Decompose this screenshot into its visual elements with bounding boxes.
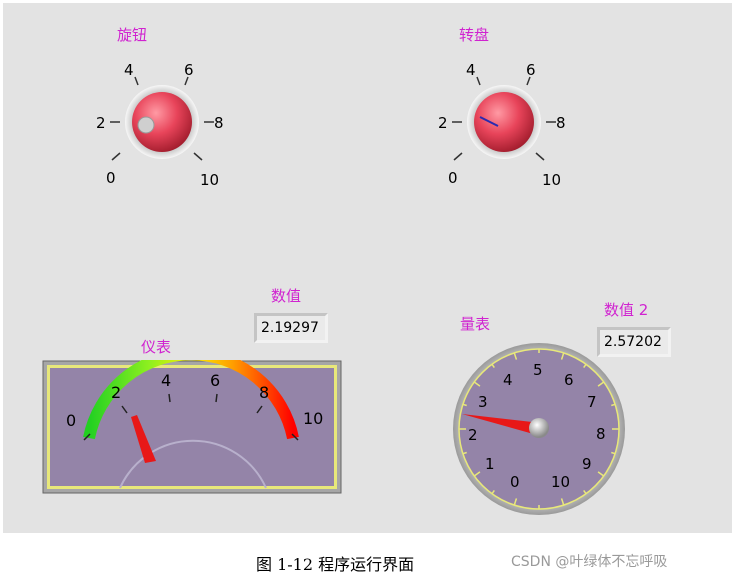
meter-scale-0: 0 bbox=[66, 411, 76, 430]
gauge-scale-3: 3 bbox=[478, 393, 488, 411]
knob-label: 旋钮 bbox=[117, 26, 148, 44]
gauge-scale-4: 4 bbox=[503, 371, 513, 389]
numeric-2-label: 数值 2 bbox=[604, 301, 649, 319]
dial-body[interactable] bbox=[474, 92, 534, 152]
numeric-1-label: 数值 bbox=[271, 287, 302, 305]
dial-scale-10: 10 bbox=[542, 171, 561, 189]
gauge-scale-5: 5 bbox=[533, 361, 543, 379]
figure-caption: 图 1-12 程序运行界面 bbox=[256, 555, 415, 574]
knob-scale-6: 6 bbox=[184, 61, 194, 79]
gauge-scale-2: 2 bbox=[468, 426, 478, 444]
dial-scale-2: 2 bbox=[438, 114, 448, 132]
gauge-hub bbox=[529, 418, 549, 438]
knob-scale-0: 0 bbox=[106, 169, 116, 187]
watermark: CSDN @叶绿体不忘呼吸 bbox=[511, 554, 668, 570]
knob-control[interactable]: 0 2 4 6 8 10 bbox=[90, 55, 240, 195]
dial-scale-8: 8 bbox=[556, 114, 566, 132]
gauge-scale-1: 1 bbox=[485, 455, 495, 473]
meter-indicator: 0 2 4 6 8 10 bbox=[42, 360, 342, 494]
gauge-scale-6: 6 bbox=[564, 371, 574, 389]
dial-scale-0: 0 bbox=[448, 169, 458, 187]
meter-label: 仪表 bbox=[141, 338, 172, 356]
dial-label: 转盘 bbox=[459, 26, 490, 44]
meter-scale-6: 6 bbox=[210, 371, 220, 390]
meter-scale-8: 8 bbox=[259, 383, 269, 402]
numeric-1-display[interactable]: 2.19297 bbox=[254, 313, 328, 343]
meter-scale-4: 4 bbox=[161, 371, 171, 390]
gauge-scale-8: 8 bbox=[596, 425, 606, 443]
knob-scale-2: 2 bbox=[96, 114, 106, 132]
gauge-scale-7: 7 bbox=[587, 393, 597, 411]
gauge-label: 量表 bbox=[460, 315, 491, 333]
dial-scale-4: 4 bbox=[466, 61, 476, 79]
gauge-scale-9: 9 bbox=[582, 455, 592, 473]
gauge-scale-10: 10 bbox=[551, 473, 570, 491]
gauge-scale-0: 0 bbox=[510, 473, 520, 491]
dial-scale-6: 6 bbox=[526, 61, 536, 79]
gauge-indicator: 0 1 2 3 4 5 6 7 8 9 10 bbox=[453, 343, 625, 515]
knob-indicator-dot bbox=[137, 116, 155, 134]
meter-scale-10: 10 bbox=[303, 409, 323, 428]
knob-scale-10: 10 bbox=[200, 171, 219, 189]
knob-scale-4: 4 bbox=[124, 61, 134, 79]
knob-scale-8: 8 bbox=[214, 114, 224, 132]
dial-control[interactable]: 0 2 4 6 8 10 bbox=[432, 55, 582, 195]
meter-scale-2: 2 bbox=[111, 383, 121, 402]
